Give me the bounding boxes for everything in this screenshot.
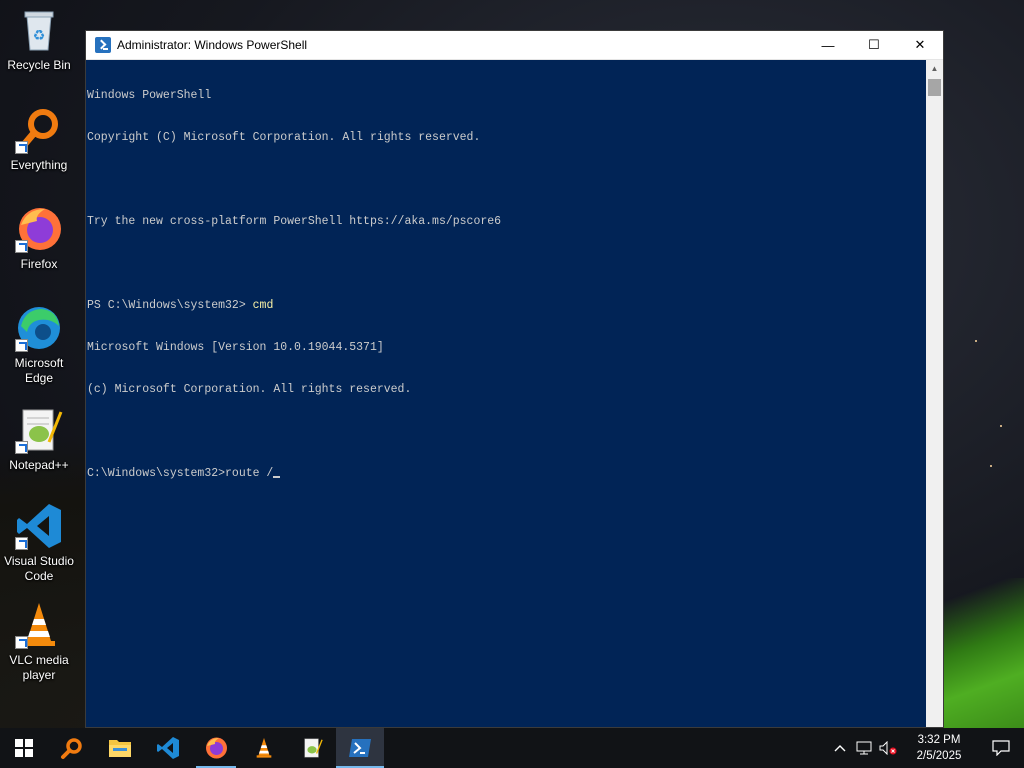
file-explorer-icon: [109, 740, 131, 757]
desktop-icon-label: Everything: [10, 158, 68, 172]
taskbar-vscode[interactable]: [144, 728, 192, 768]
notepadpp-icon: [15, 406, 63, 454]
vlc-icon: [15, 601, 63, 649]
desktop-icon-label: Visual Studio Code: [4, 554, 74, 583]
vscode-icon: [157, 737, 179, 759]
taskbar-vlc[interactable]: [240, 728, 288, 768]
taskbar-file-explorer[interactable]: [96, 728, 144, 768]
desktop-icon-vlc[interactable]: VLC media player: [2, 601, 76, 683]
powershell-icon: [349, 739, 371, 757]
notification-icon[interactable]: [978, 728, 1024, 768]
shortcut-arrow-icon: [15, 141, 28, 154]
ps-command: cmd: [252, 299, 274, 312]
volume-muted-icon[interactable]: [876, 728, 900, 768]
console-line: Microsoft Windows [Version 10.0.19044.53…: [87, 341, 384, 354]
maximize-button[interactable]: ☐: [851, 31, 897, 60]
taskbar-notepadpp[interactable]: [288, 728, 336, 768]
recycle-bin-icon: ♻: [15, 6, 63, 54]
network-icon[interactable]: [852, 728, 876, 768]
clock-time: 3:32 PM: [917, 734, 961, 746]
desktop-icon-everything[interactable]: Everything: [2, 106, 76, 173]
vertical-scrollbar[interactable]: ▲: [926, 60, 943, 727]
wallpaper-star: [975, 340, 977, 342]
svg-text:♻: ♻: [33, 28, 46, 44]
firefox-icon: [206, 737, 227, 759]
ps-prompt: PS C:\Windows\system32>: [87, 299, 253, 312]
everything-search-icon: [61, 738, 82, 759]
wallpaper-star: [1000, 425, 1002, 427]
desktop-icon-label: Recycle Bin: [7, 58, 71, 72]
console-line: Copyright (C) Microsoft Corporation. All…: [87, 131, 481, 144]
desktop-icon-edge[interactable]: Microsoft Edge: [2, 304, 76, 386]
cmd-input-text: C:\Windows\system32>route /: [87, 467, 274, 480]
taskbar-clock[interactable]: 3:32 PM 2/5/2025: [904, 732, 974, 764]
desktop-icon-recycle-bin[interactable]: ♻ Recycle Bin: [2, 6, 76, 73]
desktop-icon-notepadpp[interactable]: Notepad++: [2, 406, 76, 473]
chevron-up-icon[interactable]: [828, 728, 852, 768]
window-titlebar[interactable]: Administrator: Windows PowerShell — ☐ ✕: [86, 31, 943, 60]
console-line: Try the new cross-platform PowerShell ht…: [87, 215, 502, 228]
notepadpp-icon: [304, 738, 323, 758]
start-icon: [15, 739, 33, 757]
shortcut-arrow-icon: [15, 240, 28, 253]
powershell-icon: [95, 37, 111, 53]
taskbar-powershell[interactable]: [336, 728, 384, 768]
taskbar-everything[interactable]: [48, 728, 96, 768]
vlc-icon: [256, 737, 272, 758]
everything-search-icon: [15, 106, 63, 154]
desktop-icon-label: Microsoft Edge: [14, 356, 64, 385]
scroll-up-arrow-icon[interactable]: ▲: [926, 60, 943, 77]
shortcut-arrow-icon: [15, 441, 28, 454]
console-line: Windows PowerShell: [87, 89, 212, 102]
console-input-line[interactable]: C:\Windows\system32>route /: [87, 467, 926, 481]
firefox-icon: [15, 205, 63, 253]
clock-date: 2/5/2025: [916, 750, 962, 762]
minimize-button[interactable]: —: [805, 31, 851, 60]
desktop-icon-firefox[interactable]: Firefox: [2, 205, 76, 272]
scrollbar-thumb[interactable]: [928, 79, 941, 96]
text-cursor: [273, 476, 281, 478]
desktop-icon-vscode[interactable]: Visual Studio Code: [2, 502, 76, 584]
edge-icon: [15, 304, 63, 352]
powershell-window[interactable]: Administrator: Windows PowerShell — ☐ ✕ …: [85, 30, 944, 728]
wallpaper-star: [990, 465, 992, 467]
system-tray: 3:32 PM 2/5/2025: [828, 728, 1024, 768]
vscode-icon: [15, 502, 63, 550]
shortcut-arrow-icon: [15, 339, 28, 352]
console-output[interactable]: Windows PowerShell Copyright (C) Microso…: [86, 60, 926, 727]
start-button[interactable]: [0, 728, 48, 768]
window-title: Administrator: Windows PowerShell: [117, 38, 308, 52]
desktop-icon-label: Notepad++: [9, 458, 69, 472]
desktop-icon-label: Firefox: [20, 257, 58, 271]
console-prompt-line: PS C:\Windows\system32> cmd: [87, 299, 926, 313]
shortcut-arrow-icon: [15, 636, 28, 649]
taskbar: 3:32 PM 2/5/2025: [0, 728, 1024, 768]
shortcut-arrow-icon: [15, 537, 28, 550]
console-line: (c) Microsoft Corporation. All rights re…: [87, 383, 412, 396]
desktop-icon-label: VLC media player: [9, 653, 69, 682]
taskbar-firefox[interactable]: [192, 728, 240, 768]
close-button[interactable]: ✕: [897, 31, 943, 60]
